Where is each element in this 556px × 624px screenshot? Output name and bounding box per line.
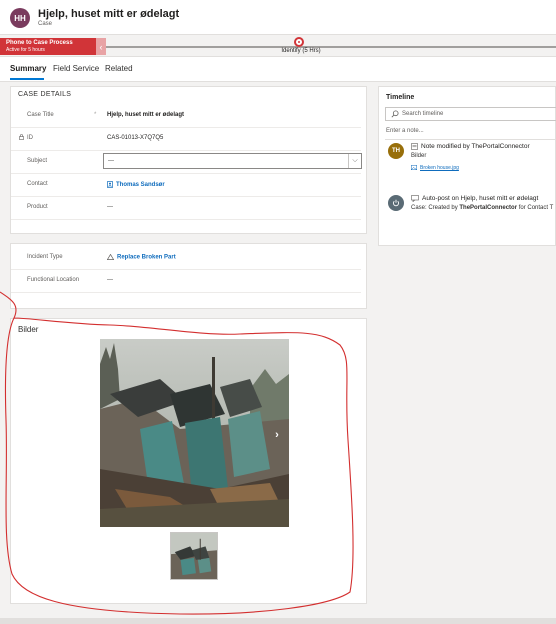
case-id-value: CAS-01013-X7Q7Q5 (107, 135, 164, 141)
image-thumbnail[interactable] (170, 532, 218, 580)
field-label: Functional Location (27, 277, 80, 283)
form-tabs: Summary Field Service Related (0, 57, 556, 82)
chevron-right-icon[interactable]: › (271, 428, 283, 442)
record-title: Hjelp, huset mitt er ødelagt (38, 8, 180, 20)
process-name: Phone to Case Process (6, 40, 73, 46)
tab-related[interactable]: Related (105, 64, 133, 73)
chevron-left-icon[interactable]: ‹ (96, 38, 106, 55)
record-header: HH Hjelp, huset mitt er ødelagt Case (0, 0, 556, 34)
field-product: Product --- (11, 197, 361, 220)
note-icon (411, 143, 418, 150)
required-indicator: * (94, 112, 97, 118)
tab-field-service[interactable]: Field Service (53, 64, 99, 73)
divider (385, 139, 556, 140)
power-icon (392, 199, 400, 207)
system-avatar (388, 195, 404, 211)
process-track (106, 46, 556, 48)
timeline-item-subtitle: Bilder (411, 153, 427, 159)
current-stage-label[interactable]: Identify (5 Hrs) (274, 48, 328, 54)
subtitle-author[interactable]: ThePortalConnector (459, 205, 517, 211)
field-contact: Contact Thomas Sandsør (11, 174, 361, 197)
contact-name: Thomas Sandsør (116, 182, 165, 189)
field-case-title: Case Title * Hjelp, huset mitt er ødelag… (11, 105, 361, 128)
timeline-panel: Timeline Search timeline Enter a note...… (378, 86, 556, 246)
timeline-item-title[interactable]: Note modified by ThePortalConnector (421, 143, 530, 150)
field-label: Subject (27, 158, 48, 164)
field-id: ID CAS-01013-X7Q7Q5 (11, 128, 361, 151)
incident-type-link[interactable]: Replace Broken Part (107, 254, 176, 261)
field-incident-type: Incident Type Replace Broken Part (11, 247, 361, 270)
field-label: Product (27, 204, 48, 210)
business-process-flow: Phone to Case Process Active for 5 hours… (0, 34, 556, 57)
case-details-heading: CASE DETAILS (18, 91, 72, 98)
field-label: Contact (27, 181, 48, 187)
timeline-item-title[interactable]: Auto-post on Hjelp, huset mitt er ødelag… (422, 195, 538, 202)
record-avatar: HH (10, 8, 30, 28)
field-label: Case Title (27, 112, 54, 118)
damaged-house-photo[interactable] (100, 339, 289, 527)
timeline-title: Timeline (386, 94, 415, 101)
process-duration: Active for 5 hours (6, 47, 45, 53)
tab-summary[interactable]: Summary (10, 64, 46, 73)
incident-type-value: Replace Broken Part (117, 254, 176, 261)
search-icon (391, 110, 399, 118)
attachment-name: Broken house.jpg (420, 165, 459, 171)
field-label: ID (27, 135, 33, 141)
subtitle-suffix: for Contact T (517, 205, 554, 211)
field-subject: Subject --- ⌵ (11, 151, 362, 174)
case-title-value[interactable]: Hjelp, huset mitt er ødelagt (107, 112, 184, 118)
incident-section: Incident Type Replace Broken Part Functi… (10, 243, 367, 309)
search-placeholder: Search timeline (402, 111, 444, 117)
field-functional-location: Functional Location --- (11, 270, 361, 293)
timeline-search-input[interactable]: Search timeline (385, 107, 556, 121)
contact-link[interactable]: Thomas Sandsør (107, 181, 165, 188)
lock-icon (19, 134, 24, 140)
functional-location-value[interactable]: --- (107, 277, 113, 283)
attachment-link[interactable]: Broken house.jpg (411, 165, 459, 171)
subject-value: --- (108, 158, 114, 164)
field-label: Incident Type (27, 254, 63, 260)
subject-select[interactable]: --- ⌵ (103, 153, 362, 169)
contact-icon (107, 181, 113, 188)
timeline-item-subtitle: Case: Created by ThePortalConnector for … (411, 205, 553, 211)
chevron-down-icon[interactable]: ⌵ (348, 154, 361, 168)
images-heading: Bilder (18, 325, 39, 334)
image-icon (411, 165, 417, 171)
note-input[interactable]: Enter a note... (386, 128, 424, 134)
active-tab-indicator (10, 78, 44, 80)
process-stage-flyout[interactable]: Phone to Case Process Active for 5 hours (0, 38, 96, 55)
warning-icon (107, 254, 114, 260)
status-bar (0, 618, 556, 624)
case-details-section: CASE DETAILS Case Title * Hjelp, huset m… (10, 86, 367, 234)
subtitle-prefix: Case: Created by (411, 205, 460, 211)
post-icon (411, 195, 419, 202)
timeline-avatar: TH (388, 143, 404, 159)
record-entity-type: Case (38, 21, 53, 27)
stage-node-icon[interactable] (294, 37, 304, 47)
product-value[interactable]: --- (107, 204, 113, 210)
